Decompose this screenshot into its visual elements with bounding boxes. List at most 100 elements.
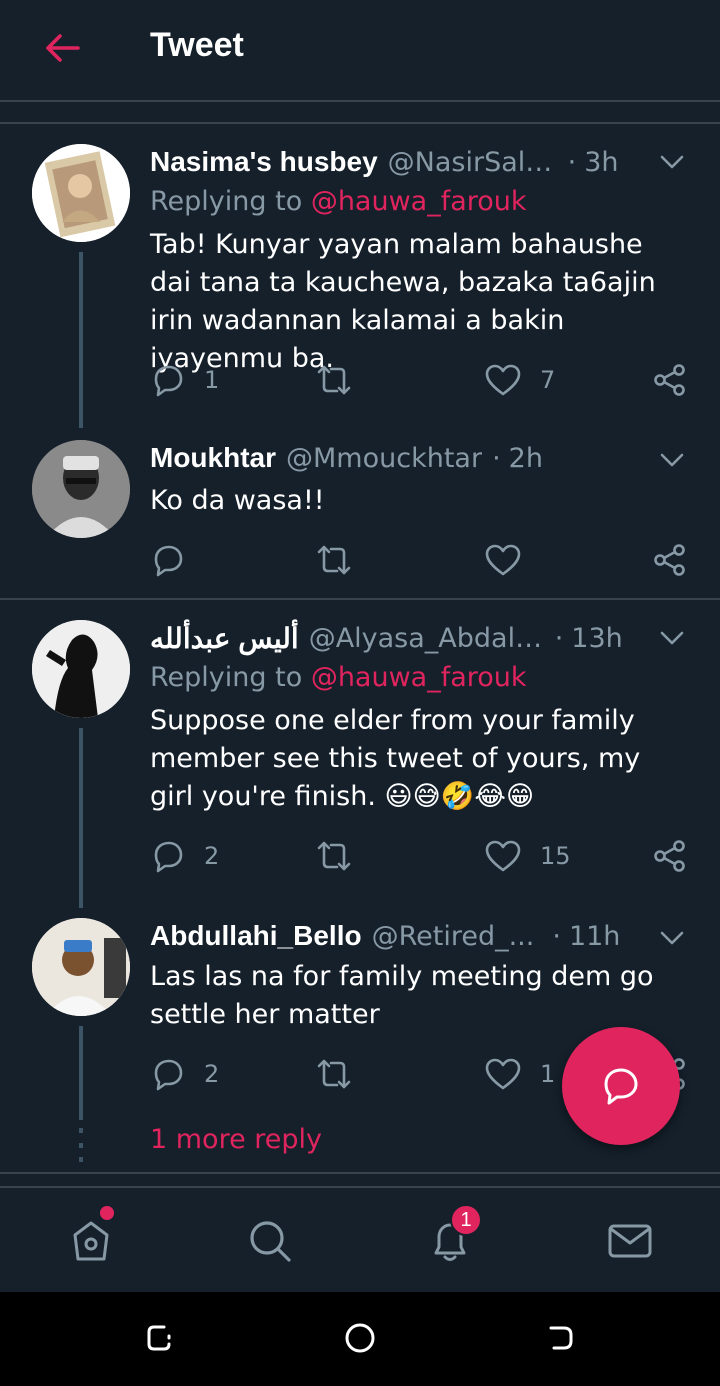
top-app-bar: Tweet [0, 0, 720, 102]
share-button[interactable] [652, 360, 688, 400]
reply-button[interactable]: 1 [150, 360, 219, 400]
avatar-image [32, 144, 130, 242]
display-name[interactable]: Moukhtar [150, 442, 276, 474]
reply-icon [154, 841, 183, 873]
heart-icon [485, 1058, 521, 1090]
heart-icon [485, 364, 521, 396]
replying-label: Replying to [150, 662, 303, 693]
user-handle[interactable]: @Mmouckhtar [286, 443, 482, 474]
mention-link[interactable]: @hauwa_farouk [311, 662, 527, 693]
retweet-button[interactable] [314, 836, 372, 876]
reply-tweet[interactable]: أليس عبدألله @Alyasa_Abdall... · 13h Rep… [0, 608, 720, 908]
unread-dot [100, 1206, 114, 1220]
avatar[interactable] [32, 620, 130, 718]
avatar-image [32, 440, 130, 538]
tweet-text: Ko da wasa!! [150, 485, 325, 516]
chevron-down-icon [660, 155, 684, 169]
tab-home[interactable] [66, 1216, 116, 1266]
notification-badge: 1 [450, 1204, 482, 1236]
bottom-tab-bar: 1 [0, 1186, 720, 1292]
thread-line [79, 1026, 83, 1120]
separator-dot: · [554, 622, 564, 654]
tweet-menu-button[interactable] [658, 924, 686, 952]
thread-line [79, 728, 83, 908]
retweet-icon [317, 841, 351, 871]
retweet-button[interactable] [314, 540, 372, 580]
search-icon [250, 1221, 291, 1262]
mail-icon [608, 1224, 652, 1258]
reply-icon [154, 365, 183, 397]
like-count: 1 [540, 1060, 556, 1088]
display-name[interactable]: Nasima's husbey [150, 146, 378, 178]
reply-count: 1 [204, 366, 220, 394]
mention-link[interactable]: @hauwa_farouk [311, 186, 527, 217]
avatar[interactable] [32, 144, 130, 242]
share-button[interactable] [652, 836, 688, 876]
user-handle[interactable]: @Retired_... [372, 921, 535, 952]
like-button[interactable]: 7 [484, 360, 555, 400]
reply-button[interactable]: 2 [150, 836, 219, 876]
home-icon [73, 1221, 109, 1261]
tweet-menu-button[interactable] [658, 148, 686, 176]
tweet-menu-button[interactable] [658, 624, 686, 652]
like-button[interactable]: 1 [484, 1054, 555, 1094]
tweet-header: Moukhtar @Mmouckhtar · 2h [150, 438, 684, 478]
tweet-menu-button[interactable] [658, 446, 686, 474]
user-handle[interactable]: @Alyasa_Abdall... [309, 623, 545, 654]
tab-messages[interactable] [605, 1216, 655, 1266]
share-icon [654, 544, 685, 576]
retweet-button[interactable] [314, 1054, 372, 1094]
separator-dot: · [492, 442, 501, 474]
timestamp: 2h [508, 442, 543, 474]
home-circle-icon [345, 1323, 375, 1353]
timestamp: 3h [584, 146, 619, 178]
like-button[interactable]: 15 [484, 836, 571, 876]
tweet-text: Suppose one elder from your family membe… [150, 705, 641, 812]
reply-button[interactable]: 2 [150, 1054, 219, 1094]
like-count: 15 [540, 842, 571, 870]
recent-apps-button[interactable] [140, 1318, 180, 1358]
back-button[interactable] [40, 28, 84, 68]
avatar[interactable] [32, 440, 130, 538]
share-icon [654, 840, 685, 872]
avatar-image [32, 620, 130, 718]
reply-button[interactable] [150, 540, 204, 580]
share-button[interactable] [652, 540, 688, 580]
replying-label: Replying to [150, 186, 303, 217]
home-system-button[interactable] [340, 1318, 380, 1358]
reply-count: 2 [204, 842, 220, 870]
tab-search[interactable] [245, 1216, 295, 1266]
separator-dot: · [567, 146, 577, 178]
replying-to: Replying to @hauwa_farouk [150, 186, 527, 217]
display-name[interactable]: أليس عبدألله [150, 622, 299, 655]
timestamp: 13h [571, 622, 623, 654]
chevron-down-icon [660, 453, 684, 467]
arrow-left-icon [46, 34, 80, 62]
reply-tweet[interactable]: Moukhtar @Mmouckhtar · 2h Ko da wasa!! [0, 430, 720, 598]
share-icon [654, 364, 685, 396]
avatar-image [32, 918, 130, 1016]
user-handle[interactable]: @NasirSali... [388, 147, 558, 178]
reply-tweet[interactable]: Nasima's husbey @NasirSali... · 3h Reply… [0, 130, 720, 428]
divider [0, 122, 720, 124]
back-system-button[interactable] [540, 1318, 580, 1358]
retweet-icon [317, 545, 351, 575]
compose-reply-button[interactable] [562, 1027, 680, 1145]
chevron-down-icon [660, 631, 684, 645]
compose-reply-icon [604, 1068, 638, 1105]
retweet-button[interactable] [314, 360, 372, 400]
reply-icon [154, 545, 183, 577]
tweet-header: Nasima's husbey @NasirSali... · 3h [150, 142, 684, 182]
timestamp: 11h [568, 920, 621, 952]
heart-icon [485, 840, 521, 872]
like-button[interactable] [484, 540, 540, 580]
recent-apps-icon [147, 1325, 171, 1351]
separator-dot: · [552, 920, 561, 952]
more-replies-link[interactable]: 1 more reply [150, 1124, 322, 1155]
action-bar [150, 540, 690, 580]
retweet-icon [317, 365, 351, 395]
system-navigation-bar [0, 1292, 720, 1386]
action-bar: 2 15 [150, 836, 690, 876]
display-name[interactable]: Abdullahi_Bello [150, 920, 362, 952]
avatar[interactable] [32, 918, 130, 1016]
